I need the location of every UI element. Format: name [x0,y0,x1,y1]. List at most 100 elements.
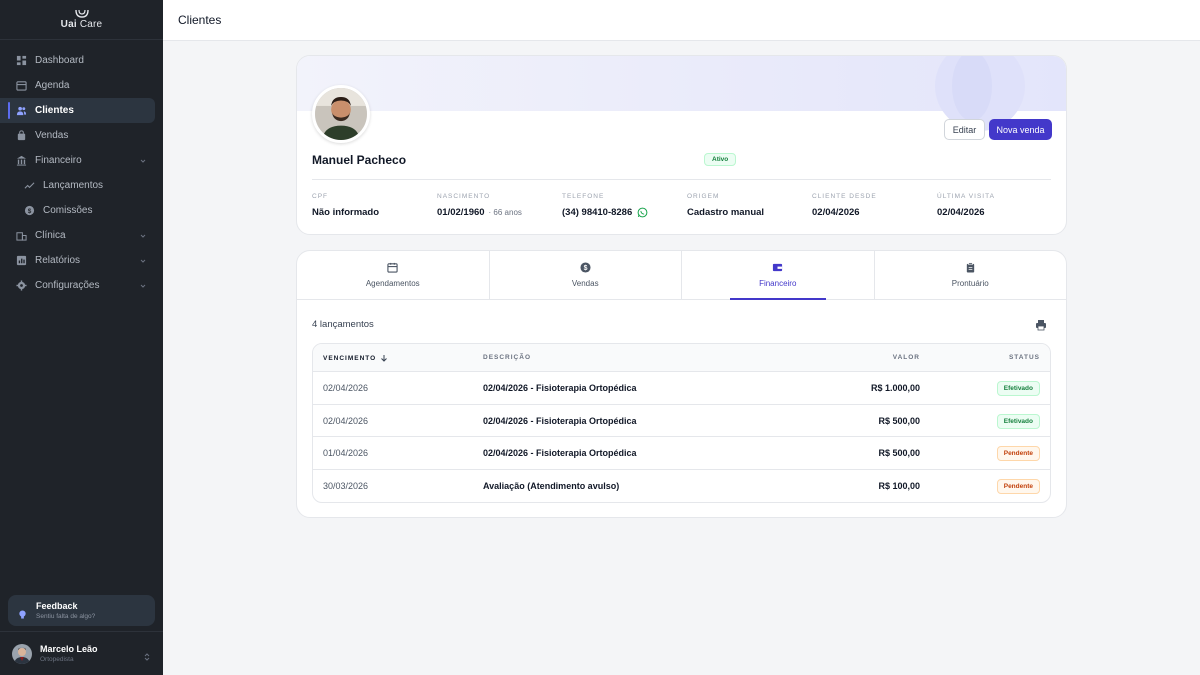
feedback-button[interactable]: Feedback Sentiu falta de algo? [8,595,155,626]
status-badge: Ativo [704,153,737,166]
info-cpf: CPF Não informado [312,193,380,218]
chevron-down-icon [139,282,147,290]
column-header-status: Status [1008,354,1040,361]
gear-icon [16,280,27,291]
cell-value: R$ 1.000,00 [870,383,920,393]
sidebar-item-relatorios[interactable]: Relatórios [0,248,155,273]
sidebar-item-clinica[interactable]: Clínica [0,223,155,248]
tab-prontuario[interactable]: Prontuário [875,251,1067,299]
page-title: Clientes [178,13,222,27]
cell-date: 02/04/2026 [323,415,369,426]
status-badge: Pendente [996,478,1040,494]
info-cliente-desde: Cliente desde 02/04/2026 [812,193,877,218]
feedback-subtitle: Sentiu falta de algo? [36,612,96,620]
cell-date: 02/04/2026 [323,383,369,393]
cell-description: 02/04/2026 - Fisioterapia Ortopédica [483,448,637,458]
cell-description: 02/04/2026 - Fisioterapia Ortopédica [483,415,637,426]
trend-icon [24,180,35,191]
logo-text: Uai Care [60,19,103,30]
sidebar-item-label: Vendas [35,130,69,141]
tab-label: Financeiro [759,279,797,288]
chevron-updown-icon [143,649,151,661]
users-icon [16,105,27,116]
column-header-descricao: Descrição [483,354,532,361]
building-icon [16,230,27,241]
svg-text:$: $ [583,265,587,272]
sidebar-item-label: Lançamentos [43,180,104,191]
sidebar-item-label: Dashboard [35,55,84,66]
table-row[interactable]: 01/04/2026 02/04/2026 - Fisioterapia Ort… [313,437,1050,470]
feedback-title: Feedback [36,600,78,611]
logo-icon [74,9,89,18]
cell-value: R$ 500,00 [878,448,920,458]
tab-label: Vendas [571,279,599,288]
sidebar-item-lancamentos[interactable]: Lançamentos [0,173,155,198]
column-header-vencimento[interactable]: Vencimento [323,354,388,362]
tab-financeiro[interactable]: Financeiro [682,251,875,300]
sidebar-item-label: Agenda [35,80,70,91]
sidebar-item-configuracoes[interactable]: Configurações [0,273,155,298]
topbar: Clientes [163,0,1200,41]
sidebar-item-financeiro[interactable]: Financeiro [0,148,155,173]
column-header-valor: Valor [892,354,920,361]
info-ultima-visita: Última visita 02/04/2026 [937,193,995,218]
edit-button[interactable]: Editar [944,119,985,140]
new-sale-button[interactable]: Nova venda [989,119,1052,140]
clipboard-icon [965,262,976,273]
sidebar-item-label: Relatórios [35,255,81,266]
dollar-icon: $ [580,262,591,273]
user-menu[interactable]: Marcelo Leão Ortopedista [0,631,163,675]
tab-label: Agendamentos [365,279,420,288]
user-role: Ortopedista [40,655,74,663]
sidebar-item-clientes[interactable]: Clientes [0,98,155,123]
cell-date: 30/03/2026 [323,480,369,491]
cell-value: R$ 100,00 [878,480,920,491]
tab-bar: Agendamentos $ Vendas Financeiro Prontuá… [297,251,1066,300]
bag-icon [16,130,27,141]
sidebar-item-dashboard[interactable]: Dashboard [0,48,155,73]
table-row[interactable]: 02/04/2026 02/04/2026 - Fisioterapia Ort… [313,405,1050,437]
svg-text:$: $ [28,208,32,215]
chevron-down-icon [139,157,147,165]
sidebar-item-agenda[interactable]: Agenda [0,73,155,98]
divider [312,179,1051,180]
wallet-icon [772,262,783,273]
entries-count: 4 lançamentos [312,319,374,330]
cell-description: Avaliação (Atendimento avulso) [483,480,620,491]
tab-label: Prontuário [951,279,989,288]
finance-table: Vencimento Descrição Valor Status 02/04/… [312,343,1051,503]
lightbulb-icon [18,606,27,619]
avatar [12,643,32,664]
client-avatar [312,85,370,143]
client-name: Manuel Pacheco [312,153,407,167]
client-detail-tabs-card: Agendamentos $ Vendas Financeiro Prontuá… [296,250,1067,518]
print-icon[interactable] [1035,318,1047,331]
calendar-icon [387,262,398,273]
sidebar-item-comissoes[interactable]: $ Comissões [0,198,155,223]
tab-agendamentos[interactable]: Agendamentos [297,251,490,299]
chevron-down-icon [139,257,147,265]
sidebar: Uai Care Dashboard Agenda Clientes Venda… [0,0,163,675]
chevron-down-icon [139,232,147,240]
table-row[interactable]: 30/03/2026 Avaliação (Atendimento avulso… [313,470,1050,503]
sidebar-nav: Dashboard Agenda Clientes Vendas Finance… [0,40,163,298]
info-telefone: Telefone (34) 98410-8286 [562,193,648,218]
dashboard-icon [16,55,27,66]
tab-vendas[interactable]: $ Vendas [490,251,682,299]
sidebar-item-label: Configurações [35,280,100,291]
client-profile-card: Manuel Pacheco Ativo Editar Nova venda C… [296,55,1067,235]
sidebar-item-label: Comissões [43,205,93,216]
bank-icon [16,155,27,166]
info-origem: Origem Cadastro manual [687,193,765,218]
whatsapp-icon[interactable] [637,207,648,218]
app-logo[interactable]: Uai Care [0,0,163,40]
status-badge: Efetivado [996,413,1040,429]
info-nascimento: Nascimento 01/02/1960 · 66 anos [437,193,522,218]
arrow-down-icon [381,355,388,362]
sidebar-item-label: Financeiro [35,155,82,166]
status-badge: Efetivado [996,381,1040,396]
table-row[interactable]: 02/04/2026 02/04/2026 - Fisioterapia Ort… [313,372,1050,405]
sidebar-item-vendas[interactable]: Vendas [0,123,155,148]
cell-value: R$ 500,00 [878,415,920,426]
sidebar-item-label: Clientes [35,105,74,116]
